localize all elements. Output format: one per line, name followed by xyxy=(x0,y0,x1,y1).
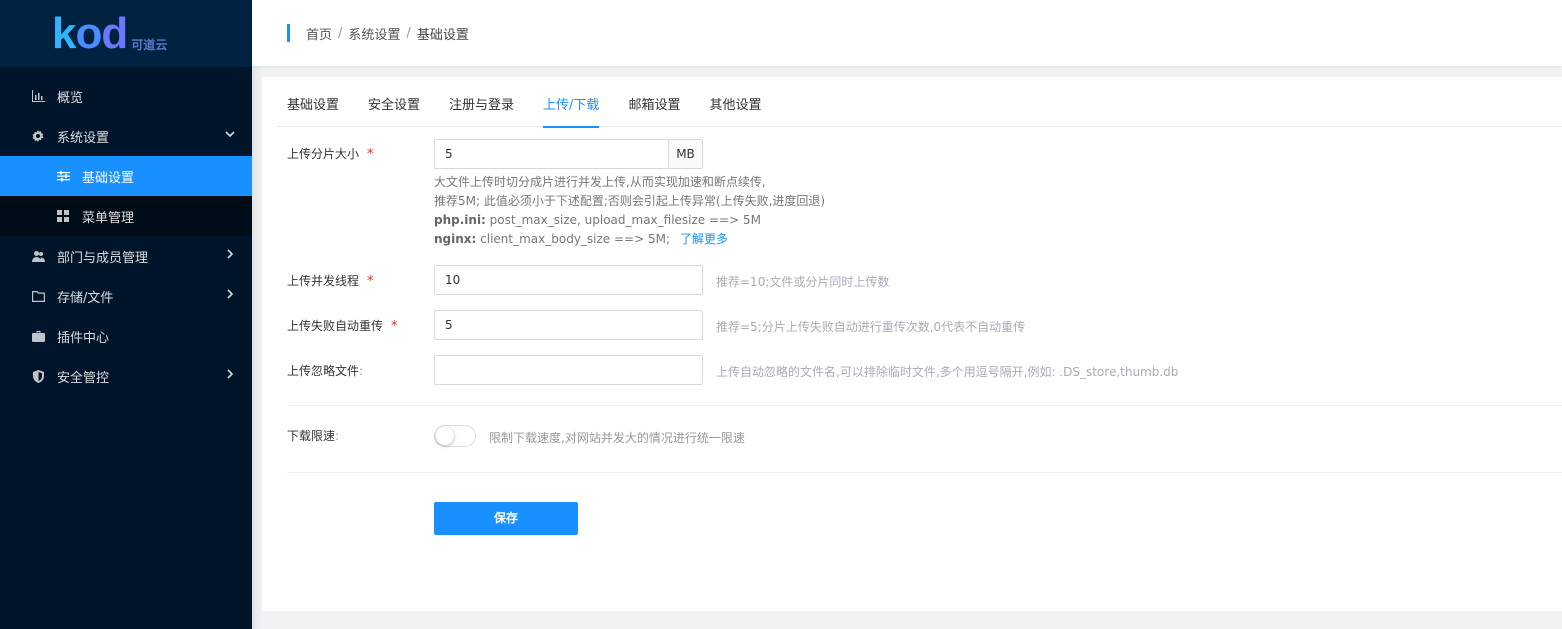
required-mark: * xyxy=(367,274,374,289)
upload-retry-hint: 推荐=5;分片上传失败自动进行重传次数,0代表不自动重传 xyxy=(716,320,1026,334)
upload-ignore-label: 上传忽略文件: xyxy=(287,364,364,378)
chevron-right-icon xyxy=(224,248,236,260)
chunk-size-unit: MB xyxy=(669,139,703,169)
submenu-system-settings: 基础设置 菜单管理 xyxy=(0,156,252,236)
tab-register-login[interactable]: 注册与登录 xyxy=(449,77,514,127)
upload-threads-label: 上传并发线程 * xyxy=(287,274,374,289)
tab-bar: 基础设置 安全设置 注册与登录 上传/下载 邮箱设置 其他设置 xyxy=(277,77,1562,128)
tab-other[interactable]: 其他设置 xyxy=(709,77,761,127)
required-mark: * xyxy=(391,319,398,334)
folder-icon xyxy=(31,289,45,303)
tab-security[interactable]: 安全设置 xyxy=(368,77,420,127)
sidebar-item-label: 概览 xyxy=(57,90,84,106)
sidebar-item-label: 插件中心 xyxy=(57,330,110,346)
upload-ignore-input[interactable] xyxy=(434,355,703,385)
chevron-down-icon xyxy=(224,128,236,140)
sidebar: kod 可道云 概览 系统设置 基础设置 菜单管理 部门与成员管理 存储/文件 … xyxy=(0,0,252,629)
sidebar-item-overview[interactable]: 概览 xyxy=(0,76,252,116)
shield-icon xyxy=(31,369,45,383)
chunk-size-input[interactable]: 5 xyxy=(434,139,669,169)
breadcrumb: 首页 / 系统设置 / 基础设置 xyxy=(306,24,469,43)
grid-icon xyxy=(56,209,70,223)
chevron-right-icon xyxy=(224,288,236,300)
upload-threads-hint: 推荐=10;文件或分片同时上传数 xyxy=(716,275,890,289)
breadcrumb-current: 基础设置 xyxy=(416,27,469,43)
learn-more-link[interactable]: 了解更多 xyxy=(680,232,728,246)
users-icon xyxy=(31,249,45,263)
sidebar-item-security[interactable]: 安全管控 xyxy=(0,356,252,396)
upload-ignore-hint: 上传自动忽略的文件名,可以排除临时文件,多个用逗号隔开,例如: .DS_stor… xyxy=(716,365,1179,379)
breadcrumb-separator: / xyxy=(406,25,411,41)
chunk-size-label: 上传分片大小 * xyxy=(287,147,374,162)
sidebar-menu: 概览 系统设置 基础设置 菜单管理 部门与成员管理 存储/文件 插件中心 安全管… xyxy=(0,67,252,396)
briefcase-icon xyxy=(31,329,45,343)
sidebar-item-label: 系统设置 xyxy=(57,130,110,146)
tab-email[interactable]: 邮箱设置 xyxy=(628,77,680,127)
chevron-right-icon xyxy=(224,368,236,380)
sidebar-shadow xyxy=(252,0,262,629)
sidebar-item-label: 菜单管理 xyxy=(82,210,135,226)
download-speed-toggle[interactable] xyxy=(434,425,476,447)
chunk-size-description: 大文件上传时切分成片进行并发上传,从而实现加速和断点续传, 推荐5M; 此值必须… xyxy=(434,175,826,246)
sidebar-item-label: 基础设置 xyxy=(82,170,135,186)
sidebar-item-basic-settings[interactable]: 基础设置 xyxy=(0,156,252,196)
tab-basic[interactable]: 基础设置 xyxy=(287,77,339,127)
section-divider xyxy=(287,405,1562,406)
download-speed-hint: 限制下载速度,对网站并发大的情况进行统一限速 xyxy=(489,431,745,445)
sidebar-item-storage[interactable]: 存储/文件 xyxy=(0,276,252,316)
tab-upload-download[interactable]: 上传/下载 xyxy=(543,77,600,128)
header: 首页 / 系统设置 / 基础设置 xyxy=(252,0,1562,66)
toggle-knob xyxy=(436,427,454,445)
logo-mark: kod xyxy=(52,8,128,58)
sidebar-item-system-settings[interactable]: 系统设置 xyxy=(0,116,252,156)
breadcrumb-accent-bar xyxy=(287,24,290,42)
save-button[interactable]: 保存 xyxy=(434,502,578,535)
sidebar-item-label: 安全管控 xyxy=(57,370,110,386)
settings-panel: 基础设置 安全设置 注册与登录 上传/下载 邮箱设置 其他设置 上传分片大小 * … xyxy=(262,77,1562,611)
section-divider xyxy=(287,472,1562,473)
logo[interactable]: kod 可道云 xyxy=(0,0,252,67)
gear-icon xyxy=(31,129,45,143)
breadcrumb-parent[interactable]: 系统设置 xyxy=(348,24,400,43)
upload-retry-input[interactable]: 5 xyxy=(434,310,703,340)
sidebar-item-departments[interactable]: 部门与成员管理 xyxy=(0,236,252,276)
breadcrumb-separator: / xyxy=(338,25,343,41)
download-speed-label: 下载限速: xyxy=(287,429,340,443)
bar-chart-icon xyxy=(31,89,45,103)
breadcrumb-home[interactable]: 首页 xyxy=(306,24,332,43)
upload-retry-label: 上传失败自动重传 * xyxy=(287,319,398,334)
sidebar-item-plugins[interactable]: 插件中心 xyxy=(0,316,252,356)
sidebar-item-menu-management[interactable]: 菜单管理 xyxy=(0,196,252,236)
upload-threads-input[interactable]: 10 xyxy=(434,265,703,295)
sidebar-item-label: 存储/文件 xyxy=(57,290,114,306)
sidebar-item-label: 部门与成员管理 xyxy=(57,250,149,266)
logo-subtitle: 可道云 xyxy=(131,38,168,52)
sliders-icon xyxy=(56,169,70,183)
required-mark: * xyxy=(367,147,374,162)
